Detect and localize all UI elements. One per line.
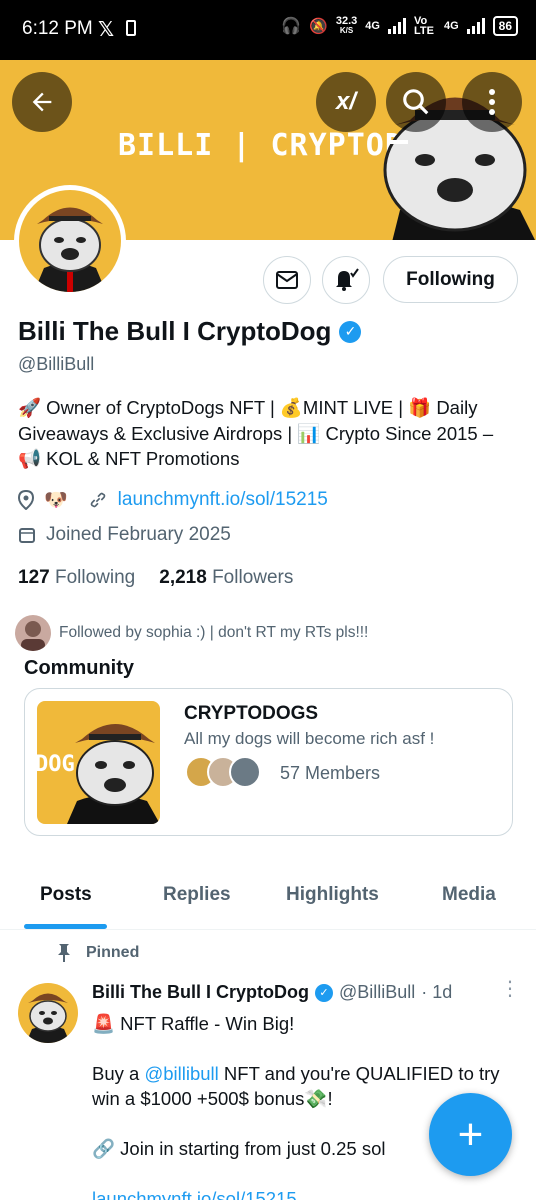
location-pin-icon — [18, 490, 34, 510]
status-bar: 6:12 PM 𝕏 🎧 🔕 32.3 K/S 4G Vo LTE 4G 86 — [0, 0, 536, 60]
post-url-link[interactable]: launchmynft.io/sol/15215 — [92, 1186, 522, 1200]
tab-posts[interactable]: Posts — [40, 884, 92, 906]
pin-icon — [58, 944, 70, 962]
sim-icon — [126, 20, 136, 36]
link-icon — [90, 492, 105, 508]
followers-count-link[interactable]: 2,218 Followers — [159, 567, 293, 589]
pinned-label-row: Pinned — [56, 943, 139, 963]
calendar-icon — [19, 528, 35, 543]
profile-avatar[interactable] — [14, 185, 126, 297]
mail-icon — [276, 271, 298, 289]
follow-counts: 127 Following 2,218 Followers — [18, 567, 293, 589]
plus-icon: + — [457, 1109, 484, 1159]
profile-meta-row: 🐶 launchmynft.io/sol/15215 — [18, 488, 328, 512]
profile-bio: 🚀 Owner of CryptoDogs NFT | 💰MINT LIVE |… — [18, 395, 518, 472]
status-time: 6:12 PM — [22, 18, 93, 39]
following-count-link[interactable]: 127 Following — [18, 567, 135, 589]
post-header: Billi The Bull I CryptoDog ✓ @BilliBull … — [92, 982, 452, 1003]
community-section-title: Community — [24, 657, 134, 679]
followers-count-label: Followers — [212, 567, 294, 588]
compose-fab-button[interactable]: + — [429, 1093, 512, 1176]
status-icons: 🎧 🔕 32.3 K/S 4G Vo LTE 4G 86 — [281, 15, 518, 37]
network-label-2: 4G — [443, 20, 459, 32]
post-line: 🚨 NFT Raffle - Win Big! — [92, 1013, 295, 1034]
post-time: · 1d — [421, 982, 453, 1002]
net-speed-unit: K/S — [339, 26, 354, 35]
message-button[interactable] — [263, 256, 311, 304]
following-button[interactable]: Following — [383, 256, 518, 303]
x-logo-icon: 𝕏 — [98, 19, 115, 41]
post-mention-link[interactable]: @billibull — [144, 1063, 218, 1084]
network-label-1: 4G — [365, 20, 380, 32]
signal-icon-2 — [466, 18, 485, 34]
profile-tabs: Posts Replies Highlights Media — [0, 870, 536, 930]
pinned-label: Pinned — [86, 944, 140, 961]
community-description: All my dogs will become rich asf ! — [184, 729, 435, 748]
community-image: DOG — [37, 701, 160, 824]
more-vertical-icon — [489, 89, 495, 115]
verified-badge-icon: ✓ — [315, 983, 333, 1002]
profile-website-link[interactable]: launchmynft.io/sol/15215 — [118, 489, 328, 511]
more-options-button[interactable] — [462, 72, 522, 132]
post-author-handle: @BilliBull — [339, 982, 416, 1002]
community-member-avatars — [185, 756, 261, 788]
tab-highlights[interactable]: Highlights — [286, 884, 379, 906]
notifications-button[interactable] — [322, 256, 370, 304]
search-button[interactable] — [386, 72, 446, 132]
arrow-left-icon — [32, 92, 52, 112]
mute-icon: 🔕 — [309, 18, 328, 35]
battery-icon: 86 — [492, 16, 518, 36]
verified-badge-icon[interactable]: ✓ — [339, 320, 362, 343]
active-tab-indicator — [24, 924, 107, 929]
avatar-bulldog-image — [34, 207, 106, 292]
signal-icon — [387, 18, 406, 34]
grok-button[interactable]: x/ — [316, 72, 376, 132]
member-avatar — [229, 756, 261, 788]
community-image-text: DOG — [37, 752, 75, 777]
profile-joined: Joined February 2025 — [46, 524, 231, 545]
tab-media[interactable]: Media — [442, 884, 496, 906]
followers-count: 2,218 — [159, 567, 207, 588]
volte-label: Vo LTE — [413, 15, 434, 37]
back-button[interactable] — [12, 72, 72, 132]
follower-avatar — [15, 615, 51, 651]
followed-by-row[interactable]: Followed by sophia :) | don't RT my RTs … — [15, 615, 368, 651]
post-author-name[interactable]: Billi The Bull I CryptoDog — [92, 982, 309, 1003]
bio-line: Giveaways & Exclusive Airdrops | 📊 Crypt… — [18, 422, 494, 444]
community-name: CRYPTODOGS — [184, 703, 319, 724]
following-count-label: Following — [54, 567, 136, 588]
grok-icon: x/ — [335, 88, 356, 115]
post-more-icon[interactable]: ⋮ — [500, 979, 520, 999]
search-icon — [403, 89, 429, 115]
tab-replies[interactable]: Replies — [163, 884, 231, 906]
community-members: 57 Members — [280, 763, 381, 783]
community-card[interactable]: DOG CRYPTODOGS All my dogs will become r… — [24, 688, 513, 836]
profile-joined-row: Joined February 2025 — [18, 524, 231, 546]
headphones-icon: 🎧 — [281, 18, 302, 35]
profile-name: Billi The Bull I CryptoDog — [18, 316, 332, 346]
following-count: 127 — [18, 567, 50, 588]
net-speed: 32.3 — [335, 15, 358, 27]
bio-line: 🚀 Owner of CryptoDogs NFT | 💰MINT LIVE |… — [18, 397, 478, 418]
post-text: Buy a — [92, 1063, 145, 1084]
followed-by-text: Followed by sophia :) | don't RT my RTs … — [59, 624, 369, 641]
post-author-avatar[interactable] — [18, 983, 78, 1043]
bio-line: 📢 KOL & NFT Promotions — [18, 448, 240, 469]
profile-name-row: Billi The Bull I CryptoDog ✓ — [18, 316, 362, 347]
profile-handle: @BilliBull — [18, 354, 95, 374]
profile-location: 🐶 — [44, 490, 68, 511]
bell-check-icon — [336, 268, 359, 291]
